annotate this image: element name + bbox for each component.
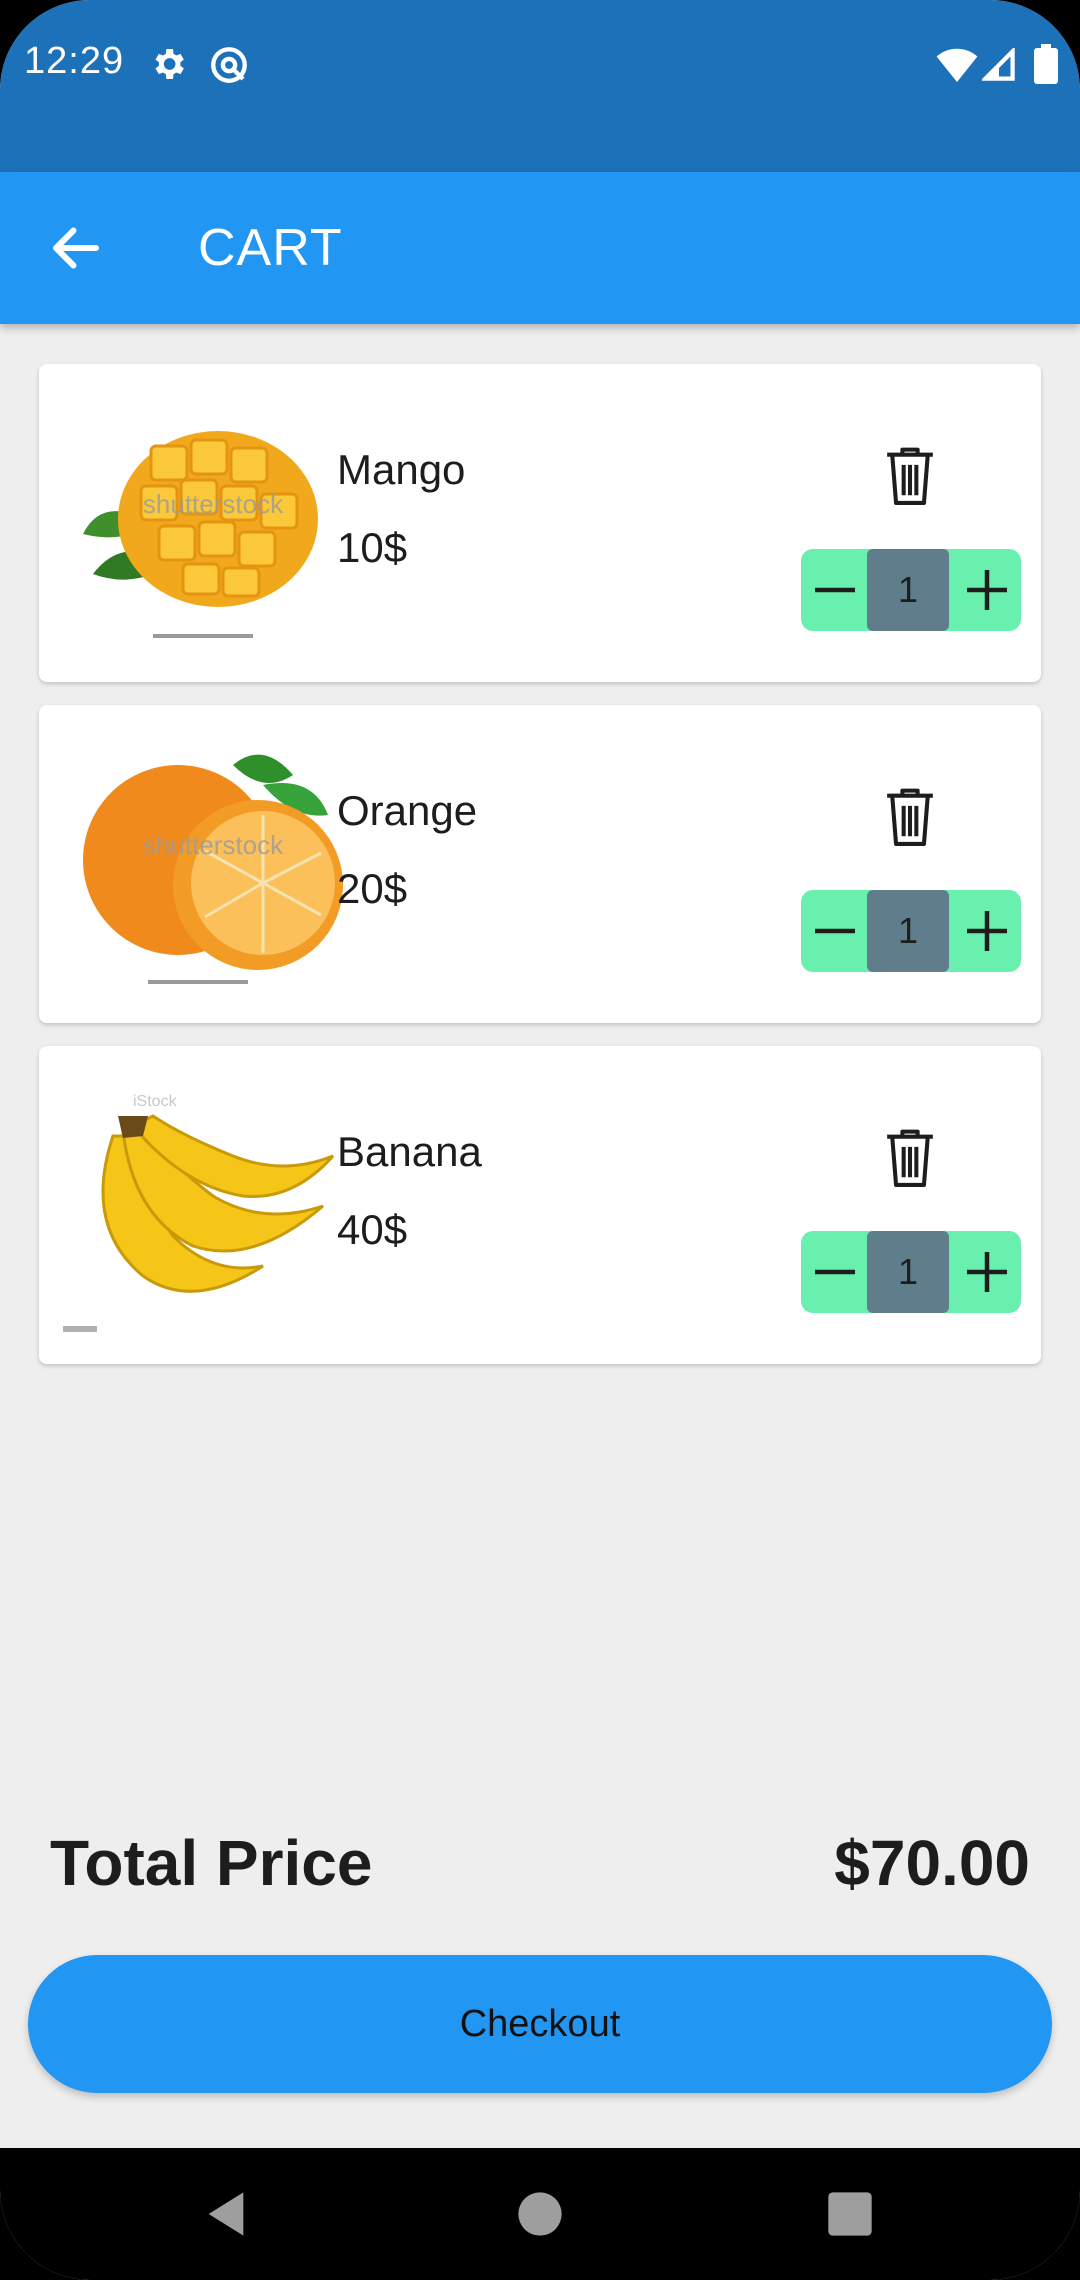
total-price-label: Total Price <box>50 1827 373 1899</box>
wifi-icon <box>936 48 978 82</box>
arrow-back-icon[interactable] <box>46 218 106 278</box>
delete-icon[interactable] <box>879 442 941 508</box>
signal-icon <box>982 48 1015 81</box>
back-triangle-icon[interactable] <box>200 2188 252 2240</box>
item-name: Mango <box>337 446 466 493</box>
mango-image: shutterstock <box>63 394 363 656</box>
quantity-value: 1 <box>867 1231 949 1313</box>
cart-item-card: shutterstock Orange 20$ 1 <box>39 705 1041 1023</box>
app-bar: CART <box>0 172 1080 324</box>
total-price-value: $70.00 <box>834 1827 1030 1899</box>
checkout-button[interactable]: Checkout <box>28 1955 1052 2093</box>
delete-icon[interactable] <box>879 783 941 849</box>
quantity-stepper: 1 <box>801 549 1021 631</box>
app-screen: 12:29 CART shutterstock Mango 10$ 1 shut… <box>0 0 1080 2280</box>
navigation-bar <box>0 2148 1080 2280</box>
item-price: 40$ <box>337 1206 408 1253</box>
item-price: 20$ <box>337 865 408 912</box>
quantity-stepper: 1 <box>801 890 1021 972</box>
delete-icon[interactable] <box>879 1124 941 1190</box>
page-title: CART <box>198 219 343 277</box>
battery-icon <box>1034 44 1058 84</box>
plus-icon[interactable] <box>955 549 1021 631</box>
recents-square-icon[interactable] <box>824 2188 876 2240</box>
item-price: 10$ <box>337 524 408 571</box>
quantity-value: 1 <box>867 549 949 631</box>
cart-item-card: shutterstock Mango 10$ 1 <box>39 364 1041 682</box>
quantity-value: 1 <box>867 890 949 972</box>
status-time: 12:29 <box>24 40 125 82</box>
minus-icon[interactable] <box>801 549 867 631</box>
item-name: Orange <box>337 787 478 834</box>
status-bar: 12:29 <box>0 0 1080 172</box>
svg-text:shutterstock: shutterstock <box>143 830 284 860</box>
item-name: Banana <box>337 1128 482 1175</box>
gear-icon <box>155 49 184 79</box>
at-sign-icon <box>211 47 247 83</box>
minus-icon[interactable] <box>801 1231 867 1313</box>
cart-item-card: iStock Banana 40$ 1 <box>39 1046 1041 1364</box>
orange-image: shutterstock <box>63 735 363 997</box>
home-circle-icon[interactable] <box>514 2188 566 2240</box>
svg-text:shutterstock: shutterstock <box>143 489 284 519</box>
minus-icon[interactable] <box>801 890 867 972</box>
banana-image: iStock <box>63 1076 363 1338</box>
svg-text:iStock: iStock <box>133 1093 178 1110</box>
plus-icon[interactable] <box>955 890 1021 972</box>
plus-icon[interactable] <box>955 1231 1021 1313</box>
quantity-stepper: 1 <box>801 1231 1021 1313</box>
